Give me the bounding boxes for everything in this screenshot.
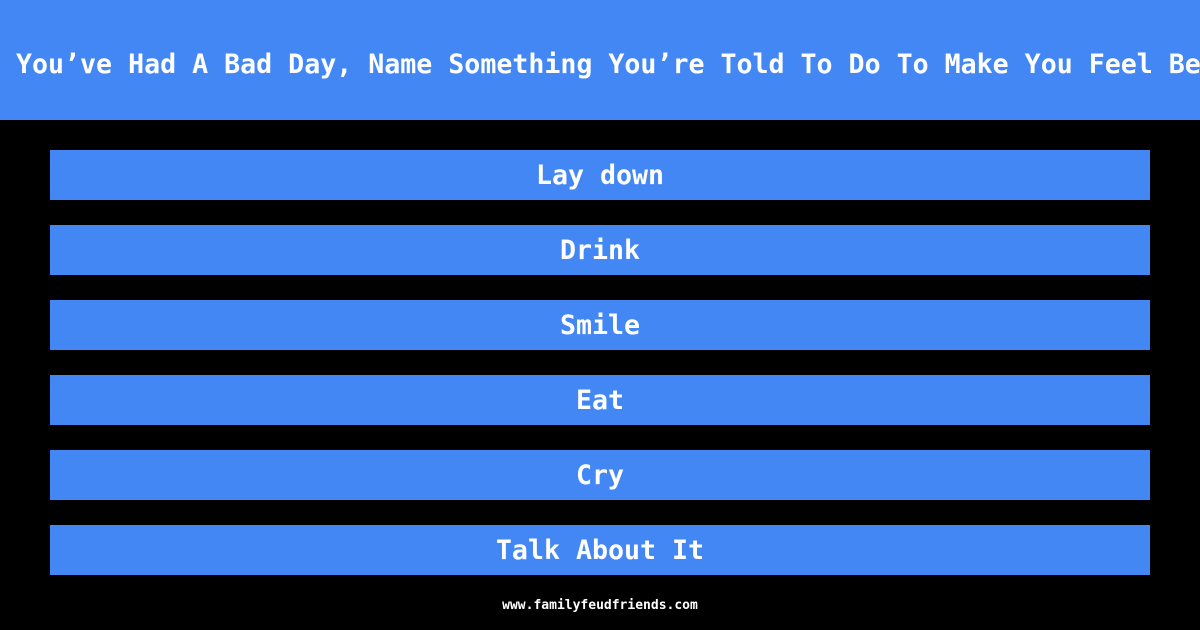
answer-4[interactable]: Eat	[50, 375, 1150, 425]
answer-5[interactable]: Cry	[50, 450, 1150, 500]
answer-2[interactable]: Drink	[50, 225, 1150, 275]
answer-6[interactable]: Talk About It	[50, 525, 1150, 575]
footer-url: www.familyfeudfriends.com	[502, 598, 698, 613]
question-title: You’ve Had A Bad Day, Name Something You…	[16, 49, 1200, 80]
answer-3[interactable]: Smile	[50, 300, 1150, 350]
question-header: You’ve Had A Bad Day, Name Something You…	[0, 0, 1200, 120]
answer-1[interactable]: Lay down	[50, 150, 1150, 200]
